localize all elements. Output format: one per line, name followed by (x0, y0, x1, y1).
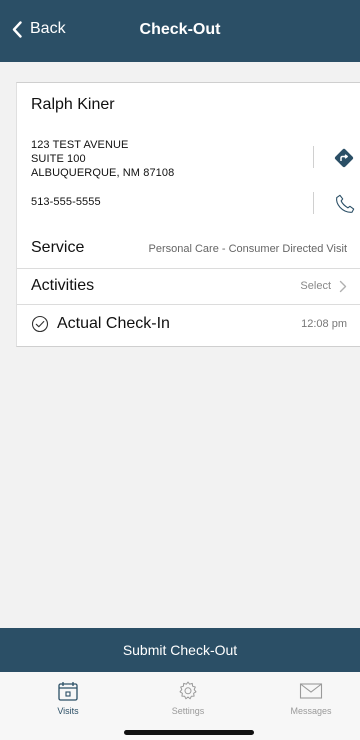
home-indicator (124, 730, 254, 735)
back-label: Back (30, 20, 66, 37)
address-line-1: 123 TEST AVENUE (31, 139, 129, 151)
tab-settings[interactable]: Settings (143, 680, 233, 716)
activities-row[interactable]: Activities Select (17, 269, 360, 303)
patient-name: Ralph Kiner (31, 96, 115, 113)
back-button[interactable]: Back (12, 20, 66, 38)
phone-icon[interactable] (334, 193, 356, 215)
activities-select[interactable]: Select (300, 280, 331, 292)
directions-icon[interactable] (333, 147, 355, 169)
activities-label: Activities (31, 277, 95, 294)
tab-label: Messages (290, 706, 332, 716)
check-in-time: 12:08 pm (301, 318, 347, 330)
visit-details-card: Ralph Kiner 123 TEST AVENUE SUITE 100 AL… (16, 82, 360, 347)
tab-label: Settings (171, 706, 205, 716)
check-in-row: Actual Check-In 12:08 pm (17, 305, 360, 345)
envelope-icon (299, 683, 323, 699)
address-line-2: SUITE 100 (31, 153, 86, 165)
tab-messages[interactable]: Messages (266, 680, 356, 716)
check-circle-icon (31, 315, 49, 333)
service-value: Personal Care - Consumer Directed Visit (148, 243, 347, 255)
gear-icon (179, 681, 197, 700)
address-line-3: ALBUQUERQUE, NM 87108 (31, 167, 175, 179)
chevron-right-icon (339, 280, 347, 293)
phone-number[interactable]: 513-555-5555 (31, 196, 101, 208)
chevron-left-icon (12, 20, 22, 38)
submit-check-out-button[interactable]: Submit Check-Out (0, 628, 360, 672)
calendar-icon (58, 682, 78, 701)
tab-visits[interactable]: Visits (23, 680, 113, 716)
check-in-label: Actual Check-In (57, 315, 170, 332)
divider (313, 192, 314, 214)
tab-label: Visits (57, 706, 79, 716)
service-row: Service Personal Care - Consumer Directe… (17, 233, 360, 267)
divider (313, 146, 314, 168)
navigation-bar: Back Check-Out (0, 0, 360, 62)
service-label: Service (31, 239, 85, 256)
